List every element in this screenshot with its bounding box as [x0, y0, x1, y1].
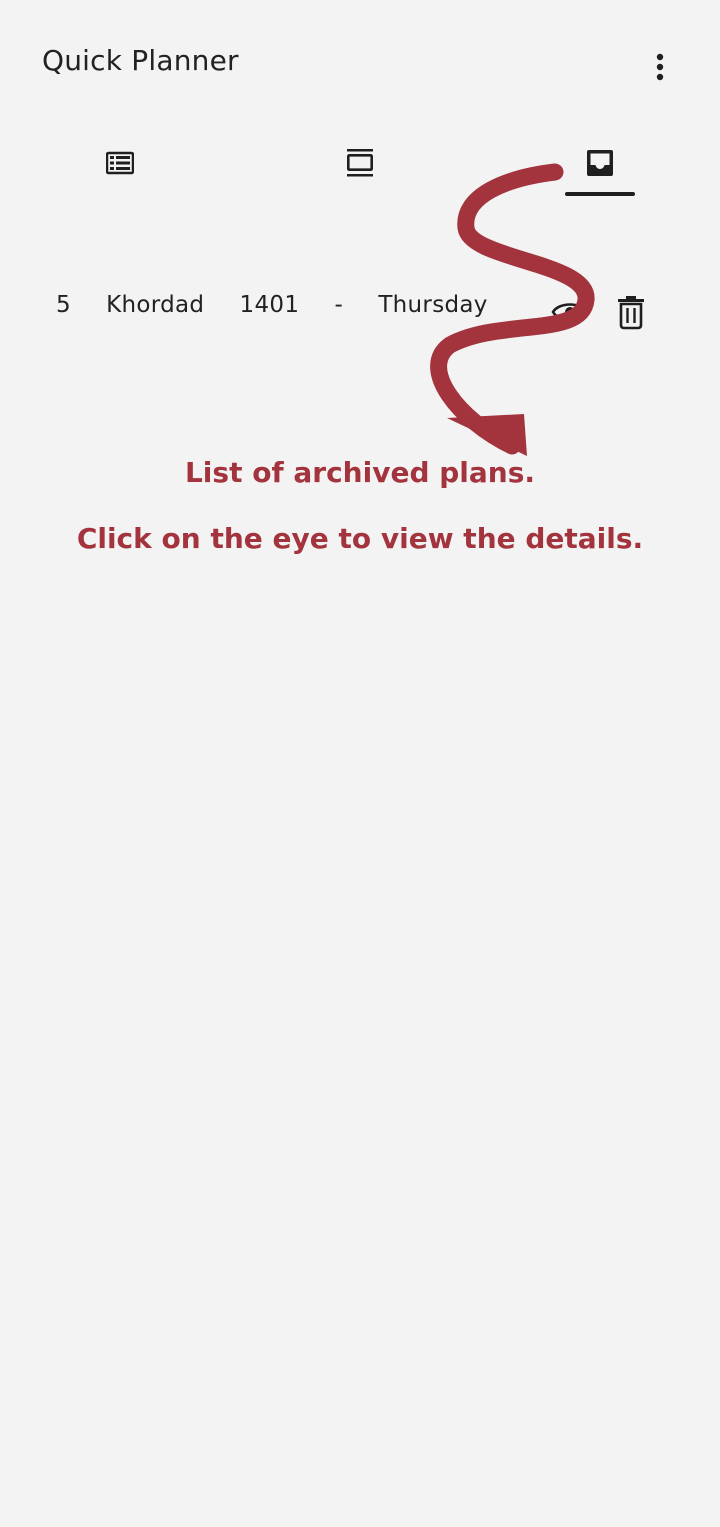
selected-tab-indicator	[565, 192, 635, 196]
inbox-archive-icon	[587, 150, 613, 176]
tab-list[interactable]	[50, 130, 190, 196]
more-options-button[interactable]	[640, 47, 680, 87]
tab-archive[interactable]	[530, 130, 670, 196]
eye-icon	[551, 303, 589, 321]
view-plan-button[interactable]	[550, 296, 590, 328]
app-bar: Quick Planner	[0, 0, 720, 130]
app-title: Quick Planner	[42, 44, 239, 77]
plan-date-label: 5 Khordad 1401 - Thursday	[56, 292, 488, 318]
carousel-icon	[346, 149, 373, 177]
list-icon	[106, 151, 134, 175]
tab-bar	[0, 130, 720, 200]
tutorial-hint-line-2: Click on the eye to view the details.	[76, 522, 644, 555]
tutorial-hint-line-1: List of archived plans.	[184, 456, 536, 489]
more-vert-icon	[656, 53, 664, 81]
archived-plan-row: 5 Khordad 1401 - Thursday	[0, 270, 720, 350]
delete-plan-button[interactable]	[614, 294, 648, 330]
tab-carousel[interactable]	[290, 130, 430, 196]
delete-icon	[618, 296, 644, 330]
